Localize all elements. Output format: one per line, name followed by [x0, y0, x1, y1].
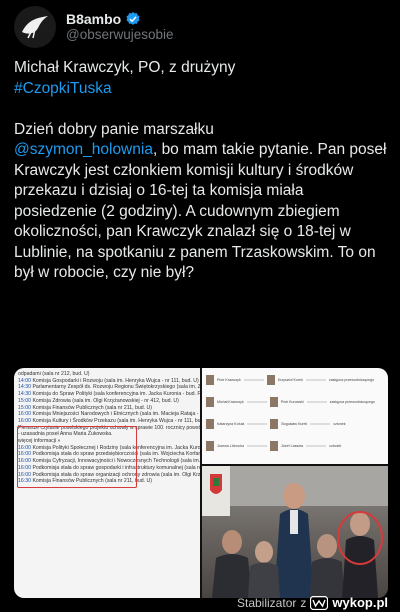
schedule-text: Komisja Kultury i Środków Przekazu (sala… [32, 417, 200, 424]
member-row: Michał Krawczyk Piotr Kurowski zastępca pr… [206, 396, 375, 408]
schedule-row: 14:30 Komisja do Spraw Polityki (sala ko… [14, 391, 200, 398]
schedule-time: 14:00 [18, 377, 31, 384]
rally-scene [202, 466, 388, 598]
member-text: członek [333, 422, 346, 426]
mention-link[interactable]: @szymon_holownia [14, 141, 153, 158]
member-text: zastępca przewodniczącego [328, 378, 375, 382]
member-photo [206, 419, 214, 429]
member-text: zastępca przewodniczącego [329, 400, 375, 404]
member-text: Krzysztof Kurek [277, 378, 303, 382]
schedule-text: Parlamentarny Zespół ds. Rozwoju Regionu… [32, 384, 200, 391]
member-row: Katarzyna Kotula Bogusław Kurek członek [206, 418, 346, 430]
schedule-time: 16:00 [18, 417, 31, 424]
member-text: Katarzyna Kotula [217, 422, 245, 426]
tweet-text: Michał Krawczyk, PO, z drużyny #CzopkiTu… [14, 58, 390, 284]
footer-separator: z [300, 595, 307, 610]
schedule-row: 16:00 Komisja Kultury i Środków Przekazu… [14, 418, 200, 425]
author-avatar[interactable] [14, 6, 56, 48]
verified-badge-icon [126, 11, 140, 25]
schedule-row: 15:00 Komisja Zdrowia (sala im. Olgi Krz… [14, 398, 200, 405]
member-text: Joanna Lichocka [217, 444, 244, 448]
member-photo [206, 441, 214, 451]
schedule-text: Komisja Gospodarki i Rozwoju (sala im. H… [32, 377, 199, 384]
footer-label: Stabilizator [237, 595, 297, 610]
member-text: Piotr Kurowski [280, 400, 304, 404]
member-photo [270, 419, 279, 429]
wykop-site[interactable]: wykop.pl [332, 595, 388, 610]
member-text: Piotr Krawczyk [217, 378, 241, 382]
tweet-media[interactable]: odpadami (sala nr 212, bud. U) 14:00 Komi… [14, 368, 388, 598]
member-photo [206, 397, 214, 407]
author-handle[interactable]: @obserwujesobie [66, 27, 174, 43]
member-row: Piotr Krawczyk Krzysztof Kurek zastępca pr… [206, 374, 374, 386]
schedule-time: 15:00 [18, 397, 31, 404]
tweet-para2-rest: , bo mam takie pytanie. Pan poseł Krawcz… [14, 141, 391, 281]
schedule-row: 15:00 Komisja Finansów Publicznych (sala… [14, 405, 200, 412]
member-photo [206, 375, 214, 385]
schedule-row: 16:00 Komisja Mniejszości Narodowych i E… [14, 411, 200, 418]
member-photo [266, 375, 275, 385]
schedule-time: 16:00 [18, 411, 31, 418]
member-photo [269, 397, 278, 407]
wykop-watermark: Stabilizator z wykop.pl [237, 595, 388, 610]
rally-photo[interactable] [202, 466, 388, 598]
schedule-text: Komisja do Spraw Polityki (sala konferen… [32, 391, 200, 398]
tweet-line1: Michał Krawczyk, PO, z drużyny [14, 59, 236, 76]
schedule-row: 14:30 Parlamentarny Zespół ds. Rozwoju R… [14, 384, 200, 391]
member-photo [269, 441, 278, 451]
schedule-row: odpadami (sala nr 212, bud. U) [14, 371, 200, 378]
schedule-time: 14:30 [18, 391, 31, 398]
schedule-time: 14:30 [18, 384, 31, 391]
schedule-text: Komisja Zdrowia (sala im. Olgi Krzyżanow… [32, 397, 179, 404]
hashtag-link[interactable]: #CzopkiTuska [14, 80, 112, 97]
schedule-text: Komisja Mniejszości Narodowych i Etniczn… [32, 411, 200, 418]
schedule-text: Komisja Finansów Publicznych (sala nr 21… [32, 404, 152, 411]
member-row: Joanna Lichocka Józef Lassota członek [206, 440, 341, 452]
schedule-screenshot[interactable]: odpadami (sala nr 212, bud. U) 14:00 Komi… [14, 368, 200, 598]
bird-silhouette-icon [22, 16, 48, 39]
committee-members-screenshot[interactable]: Piotr Krawczyk Krzysztof Kurek zastępca pr… [202, 368, 388, 464]
highlight-box [17, 426, 137, 488]
member-text: Bogusław Kurek [281, 422, 308, 426]
author-name[interactable]: B8ambo [66, 11, 121, 28]
schedule-time: 15:00 [18, 404, 31, 411]
member-text: Józef Lassota [280, 444, 304, 448]
member-text: członek [329, 444, 342, 448]
schedule-text: odpadami (sala nr 212, bud. U) [18, 371, 90, 377]
tweet-para2-start: Dzień dobry panie marszałku [14, 120, 214, 138]
wykop-logo-icon [310, 595, 329, 610]
member-text: Michał Krawczyk [217, 400, 244, 404]
tweet-header: B8ambo @obserwujesobie [14, 6, 174, 48]
